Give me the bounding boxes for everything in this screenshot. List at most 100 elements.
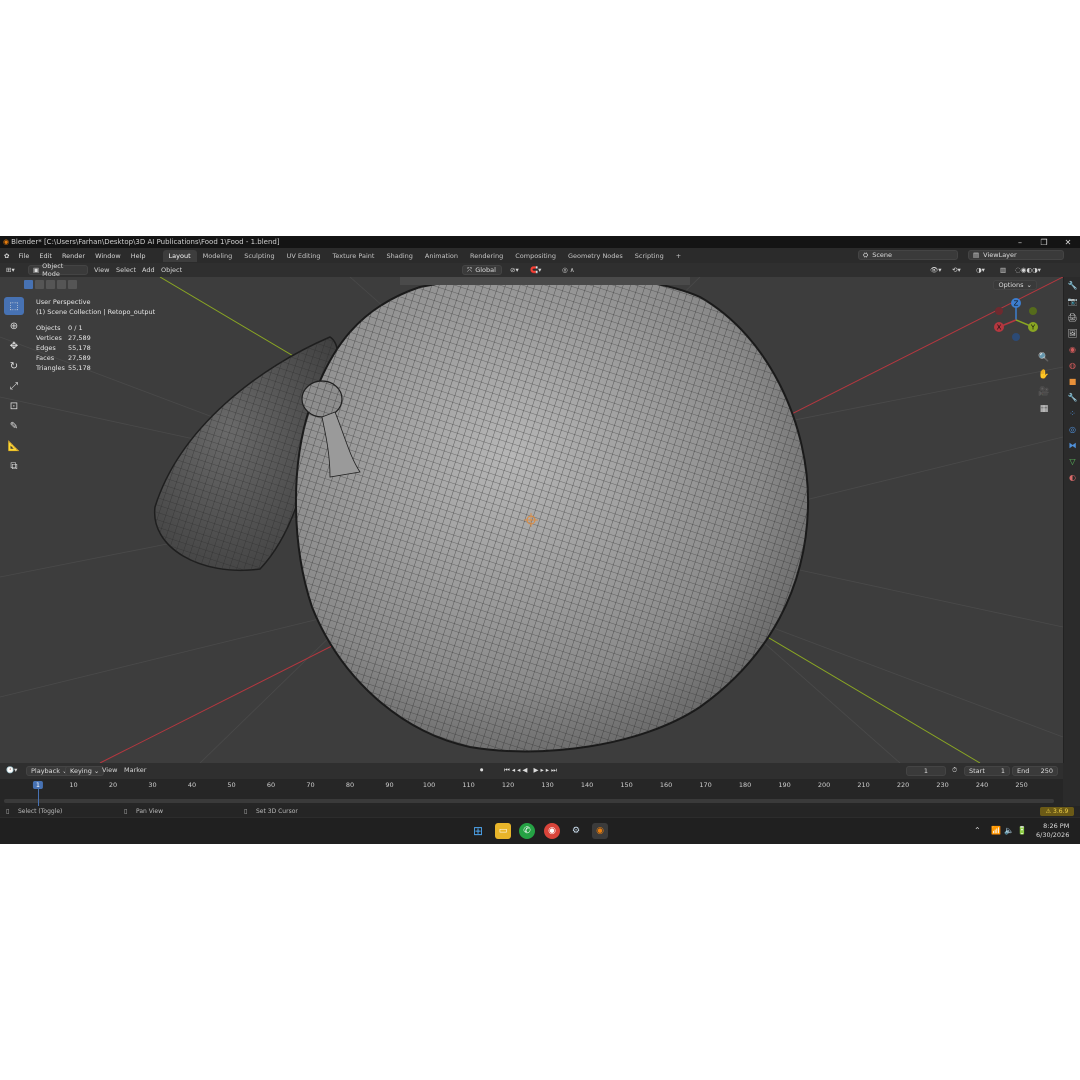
version-badge[interactable]: ⚠ 3.6.9: [1040, 807, 1074, 816]
modifier-properties-icon[interactable]: 🔧: [1064, 389, 1080, 405]
gizmo-neg-x-handle[interactable]: [995, 307, 1003, 315]
frame-ruler[interactable]: 1 10 20 30 40 50 60 70 80 90 100 110 120 130 140 150 160…: [0, 779, 1063, 791]
select-subtract-icon[interactable]: [46, 280, 55, 289]
chrome-icon[interactable]: ◉: [544, 823, 560, 839]
3d-viewport[interactable]: User Perspective (1) Scene Collection | …: [0, 277, 1063, 763]
tray-chevron-icon[interactable]: ⌃: [974, 826, 981, 835]
view-layer-properties-icon[interactable]: 🖼: [1064, 325, 1080, 341]
file-explorer-icon[interactable]: ▭: [495, 823, 511, 839]
visibility-icon[interactable]: 👁▾: [930, 263, 942, 277]
fruit-mesh[interactable]: [294, 277, 810, 753]
viewport-canvas[interactable]: [0, 277, 1063, 763]
windows-start-icon[interactable]: ⊞: [470, 823, 486, 839]
mode-selector[interactable]: ▣ Object Mode: [28, 262, 88, 278]
tab-geometry-nodes[interactable]: Geometry Nodes: [562, 250, 629, 262]
tab-shading[interactable]: Shading: [380, 250, 418, 262]
particles-properties-icon[interactable]: ⁘: [1064, 405, 1080, 421]
shading-modes-icon[interactable]: ◌◉◐◑▾: [1015, 263, 1041, 277]
stopwatch-icon[interactable]: ⏱: [952, 763, 957, 777]
view-menu[interactable]: View: [94, 263, 109, 277]
clock-icon[interactable]: 🕐▾: [6, 763, 17, 777]
select-intersect-icon[interactable]: [68, 280, 77, 289]
navigation-gizmo[interactable]: Z X Y: [991, 295, 1041, 345]
transform-tool-icon[interactable]: ⊡: [4, 397, 24, 415]
rotate-tool-icon[interactable]: ↻: [4, 357, 24, 375]
scene-selector[interactable]: ⛭ Scene: [858, 250, 958, 260]
add-workspace-button[interactable]: +: [670, 250, 687, 262]
select-new-icon[interactable]: [24, 280, 33, 289]
xray-toggle-icon[interactable]: ▥: [1000, 263, 1006, 277]
end-frame-field[interactable]: End 250: [1012, 766, 1058, 776]
blender-taskbar-icon[interactable]: ◉: [592, 823, 608, 839]
minimize-button[interactable]: –: [1008, 236, 1032, 248]
tab-layout[interactable]: Layout: [162, 249, 197, 262]
pivot-icon[interactable]: ⊘▾: [510, 263, 519, 277]
timeline-area[interactable]: 1 10 20 30 40 50 60 70 80 90 100 110 120 130 140 150 160…: [0, 779, 1063, 806]
gizmo-neg-y-handle[interactable]: [1029, 307, 1037, 315]
blender-menu-icon[interactable]: ✿: [0, 252, 13, 260]
timeline-view-menu[interactable]: View: [102, 763, 117, 777]
select-invert-icon[interactable]: [57, 280, 66, 289]
record-keyframe-icon[interactable]: ⏺: [480, 763, 483, 777]
maximize-button[interactable]: ❐: [1032, 236, 1056, 248]
viewlayer-selector[interactable]: ▤ ViewLayer: [968, 250, 1064, 260]
scene-properties-icon[interactable]: ◉: [1064, 341, 1080, 357]
camera-view-icon[interactable]: 🎥: [1037, 385, 1051, 399]
constraints-properties-icon[interactable]: ⧓: [1064, 437, 1080, 453]
add-menu[interactable]: Add: [142, 263, 155, 277]
snap-icon[interactable]: 🧲▾: [530, 263, 541, 277]
close-button[interactable]: ✕: [1056, 236, 1080, 248]
pan-hand-icon[interactable]: ✋: [1037, 368, 1051, 382]
output-properties-icon[interactable]: 🖨: [1064, 309, 1080, 325]
cursor-tool-icon[interactable]: ⊕: [4, 317, 24, 335]
tab-uv-editing[interactable]: UV Editing: [281, 250, 327, 262]
battery-icon[interactable]: 🔋: [1017, 826, 1027, 835]
object-menu[interactable]: Object: [161, 263, 182, 277]
gizmo-neg-z-handle[interactable]: [1012, 333, 1020, 341]
tab-scripting[interactable]: Scripting: [629, 250, 670, 262]
tab-rendering[interactable]: Rendering: [464, 250, 509, 262]
start-frame-field[interactable]: Start 1: [964, 766, 1010, 776]
menu-window[interactable]: Window: [90, 252, 126, 260]
scale-tool-icon[interactable]: ⤢: [4, 377, 24, 395]
tab-modeling[interactable]: Modeling: [197, 250, 239, 262]
clock-widget[interactable]: 8:26 PM 6/30/2026: [1036, 822, 1069, 840]
current-frame-marker[interactable]: 1: [32, 781, 44, 789]
transform-orientation[interactable]: ⤧ Global: [462, 265, 502, 275]
steam-icon[interactable]: ⚙: [568, 823, 584, 839]
playback-controls[interactable]: ⏮◂◂◀ ▶▸▸⏭: [504, 763, 559, 777]
whatsapp-icon[interactable]: ✆: [519, 823, 535, 839]
physics-properties-icon[interactable]: ◎: [1064, 421, 1080, 437]
menu-file[interactable]: File: [13, 252, 34, 260]
playhead-line[interactable]: [38, 789, 39, 806]
marker-menu[interactable]: Marker: [124, 763, 146, 777]
menu-render[interactable]: Render: [57, 252, 90, 260]
select-menu[interactable]: Select: [116, 263, 136, 277]
data-properties-icon[interactable]: ▽: [1064, 453, 1080, 469]
measure-tool-icon[interactable]: 📐: [4, 437, 24, 455]
menu-edit[interactable]: Edit: [34, 252, 57, 260]
gizmo-toggle-icon[interactable]: ⟲▾: [952, 263, 961, 277]
editor-type-icon[interactable]: ⊞▾: [6, 263, 15, 277]
keying-menu[interactable]: Keying ⌄: [65, 766, 105, 776]
tab-texture-paint[interactable]: Texture Paint: [327, 250, 381, 262]
tab-sculpting[interactable]: Sculpting: [238, 250, 280, 262]
material-properties-icon[interactable]: ◐: [1064, 469, 1080, 485]
wifi-icon[interactable]: 📶: [991, 826, 1001, 835]
render-properties-icon[interactable]: 📷: [1064, 293, 1080, 309]
volume-icon[interactable]: 🔈: [1004, 826, 1014, 835]
move-tool-icon[interactable]: ✥: [4, 337, 24, 355]
select-box-tool-icon[interactable]: ⬚: [4, 297, 24, 315]
overlay-toggle-icon[interactable]: ◑▾: [976, 263, 985, 277]
timeline-scrollbar[interactable]: [4, 799, 1054, 803]
menu-help[interactable]: Help: [126, 252, 151, 260]
zoom-icon[interactable]: 🔍: [1037, 351, 1051, 365]
ortho-toggle-icon[interactable]: ▦: [1037, 402, 1051, 416]
current-frame-field[interactable]: 1: [906, 766, 946, 776]
tab-animation[interactable]: Animation: [419, 250, 464, 262]
tool-properties-icon[interactable]: 🔧: [1064, 277, 1080, 293]
proportional-edit-icon[interactable]: ◎ ∧: [562, 263, 575, 277]
options-dropdown[interactable]: Options ⌄: [993, 280, 1037, 290]
object-properties-icon[interactable]: ■: [1064, 373, 1080, 389]
world-properties-icon[interactable]: ◍: [1064, 357, 1080, 373]
